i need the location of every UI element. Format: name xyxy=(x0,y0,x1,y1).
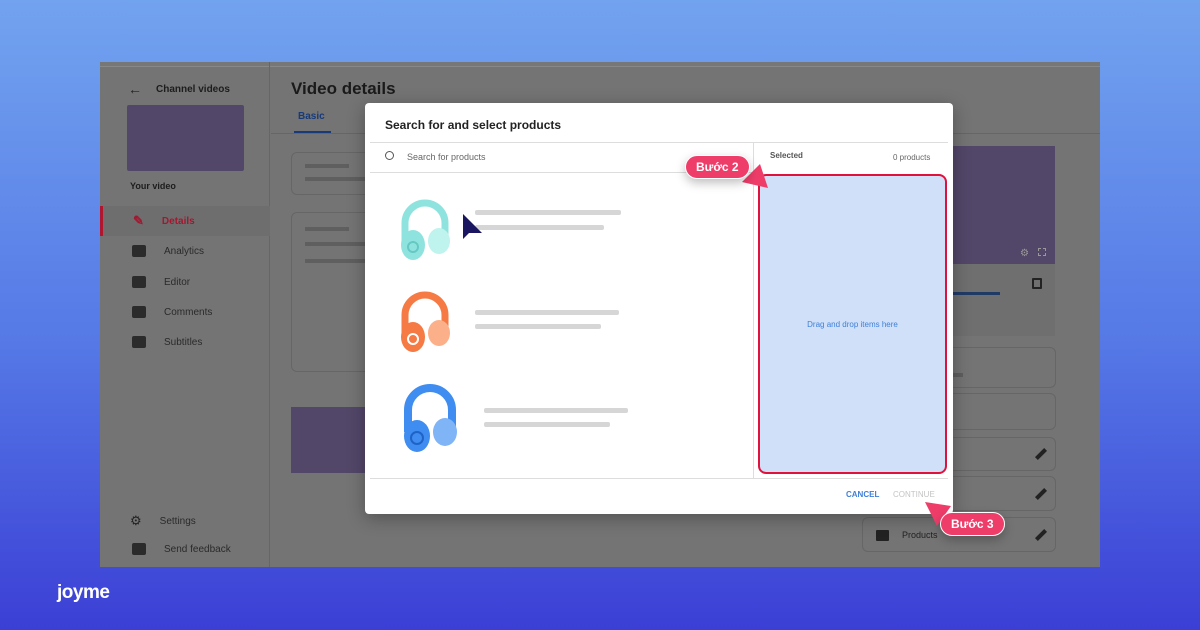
sidebar-item-send-feedback[interactable]: Send feedback xyxy=(100,534,270,564)
drop-zone-text: Drag and drop items here xyxy=(807,319,898,329)
feedback-icon xyxy=(132,543,146,555)
title-field[interactable] xyxy=(291,152,371,195)
product-name-placeholder xyxy=(475,310,619,315)
pencil-icon[interactable] xyxy=(1034,447,1048,461)
description-field[interactable] xyxy=(291,212,371,372)
pencil-icon[interactable] xyxy=(1034,487,1048,500)
sidebar-item-label: Comments xyxy=(164,306,213,318)
clapperboard-icon xyxy=(132,276,146,288)
copy-icon[interactable] xyxy=(1032,278,1042,289)
video-link[interactable] xyxy=(952,292,1000,295)
analytics-icon xyxy=(132,245,146,257)
pencil-icon[interactable] xyxy=(1034,528,1048,541)
channel-videos-title: Channel videos xyxy=(156,84,230,95)
selected-label: Selected xyxy=(770,151,803,160)
sidebar-item-comments[interactable]: Comments xyxy=(100,297,270,327)
drop-zone[interactable]: Drag and drop items here xyxy=(758,174,947,474)
headphones-icon xyxy=(401,291,450,352)
sidebar-item-details[interactable]: ✎ Details xyxy=(100,206,270,236)
thumbnail-slot[interactable] xyxy=(291,407,371,473)
page-title: Video details xyxy=(291,79,396,98)
mouse-cursor-icon xyxy=(463,214,482,239)
cancel-button[interactable]: CANCEL xyxy=(846,490,879,499)
product-name-placeholder xyxy=(475,210,621,215)
products-label: Products xyxy=(902,530,938,540)
selected-count: 0 products xyxy=(893,153,931,162)
tab-basic[interactable]: Basic xyxy=(298,111,325,122)
continue-button[interactable]: CONTINUE xyxy=(893,490,935,499)
pencil-icon: ✎ xyxy=(133,213,144,228)
product-item[interactable] xyxy=(385,188,745,268)
sidebar: ← Channel videos Your video ✎ Details Ana… xyxy=(100,62,270,567)
search-input[interactable]: Search for products xyxy=(407,152,486,162)
headphones-icon xyxy=(401,199,450,260)
sidebar-item-label: Subtitles xyxy=(164,336,203,348)
product-item[interactable] xyxy=(385,283,745,363)
search-icon xyxy=(385,151,394,160)
sidebar-item-label: Settings xyxy=(159,515,196,527)
gear-icon: ⚙ xyxy=(130,513,142,528)
back-arrow-icon[interactable]: ← xyxy=(128,81,142,97)
shopping-bag-icon xyxy=(876,530,889,541)
sidebar-item-label: Editor xyxy=(164,276,191,288)
product-item[interactable] xyxy=(385,378,745,458)
step2-badge: Bước 2 xyxy=(685,155,750,179)
sidebar-item-label: Details xyxy=(161,215,195,227)
step3-badge: Bước 3 xyxy=(940,512,1005,536)
video-preview[interactable]: ⚙ xyxy=(952,146,1055,264)
select-products-dialog: Search for and select products Search fo… xyxy=(365,103,953,514)
sidebar-item-editor[interactable]: Editor xyxy=(100,267,270,297)
video-info xyxy=(952,264,1055,336)
sidebar-item-settings[interactable]: ⚙ Settings xyxy=(100,506,270,536)
video-thumbnail[interactable] xyxy=(127,105,244,171)
divider xyxy=(753,143,754,478)
fullscreen-icon[interactable] xyxy=(1038,248,1046,256)
dialog-title: Search for and select products xyxy=(385,118,562,132)
joyme-logo: joyme xyxy=(57,582,110,603)
product-detail-placeholder xyxy=(475,324,601,329)
your-video-label: Your video xyxy=(130,181,176,191)
divider xyxy=(370,478,948,479)
subtitles-icon xyxy=(132,336,146,348)
product-detail-placeholder xyxy=(475,225,604,230)
sidebar-item-label: Send feedback xyxy=(164,543,231,555)
sidebar-item-subtitles[interactable]: Subtitles xyxy=(100,327,270,357)
sidebar-item-analytics[interactable]: Analytics xyxy=(100,236,270,266)
headphones-icon xyxy=(404,384,457,452)
comment-icon xyxy=(132,306,146,318)
sidebar-item-label: Analytics xyxy=(164,245,205,257)
settings-icon[interactable]: ⚙ xyxy=(1020,248,1029,259)
product-detail-placeholder xyxy=(484,422,610,427)
product-name-placeholder xyxy=(484,408,628,413)
